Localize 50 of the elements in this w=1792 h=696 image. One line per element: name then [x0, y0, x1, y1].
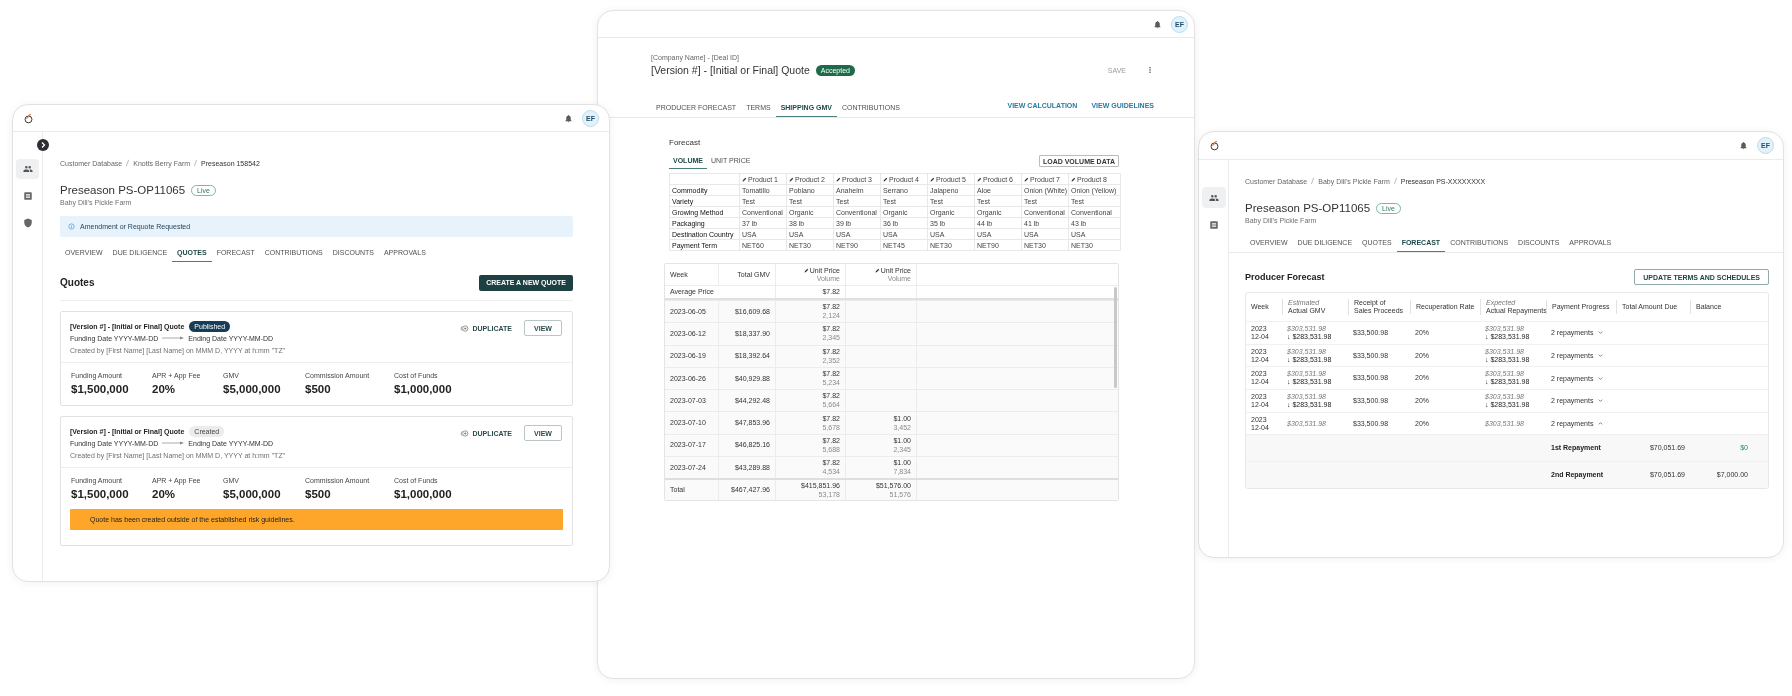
- metric-value: 20%: [152, 383, 177, 397]
- people-icon: [22, 164, 33, 174]
- pencil-icon: [874, 268, 880, 273]
- slash-icon: [125, 159, 131, 167]
- slash-icon: [1310, 177, 1316, 185]
- pencil-icon: [789, 176, 794, 182]
- pencil-icon: [883, 176, 888, 182]
- logo[interactable]: [1208, 140, 1220, 151]
- expand-button[interactable]: [37, 139, 49, 151]
- metric-value: $5,000,000: [223, 383, 282, 397]
- people-icon: [1208, 192, 1219, 203]
- sidebar-item[interactable]: [16, 159, 39, 179]
- pencil-icon: [803, 268, 809, 273]
- section-title: Quotes: [60, 277, 95, 288]
- duplicate-icon: [460, 428, 470, 438]
- arrow-icon: [162, 440, 185, 446]
- document-icon: [1208, 219, 1219, 230]
- info-icon: [68, 223, 75, 230]
- chevron-right-icon: [37, 139, 49, 151]
- page-title: Preseason PS-OP11065: [60, 184, 186, 196]
- more-icon[interactable]: [1146, 66, 1154, 74]
- section-title: Forecast: [669, 138, 702, 148]
- page-title: [Version #] - [Initial or Final] Quote: [651, 64, 810, 76]
- slash-icon: [1392, 177, 1398, 185]
- metric-value: 20%: [152, 488, 177, 502]
- pencil-icon: [1024, 176, 1029, 182]
- metric-value: $1,500,000: [71, 383, 130, 397]
- metric-value: $1,500,000: [71, 488, 130, 502]
- bell-icon[interactable]: [1739, 141, 1748, 150]
- pencil-icon: [977, 176, 982, 182]
- bell-icon[interactable]: [564, 113, 573, 123]
- logo[interactable]: [22, 112, 34, 124]
- sidebar-item[interactable]: [1201, 187, 1226, 208]
- shield-icon: [22, 218, 33, 228]
- slash-icon: [193, 159, 199, 167]
- duplicate-icon: [460, 323, 470, 333]
- metric-value: $1,000,000: [394, 488, 453, 502]
- bell-icon[interactable]: [1153, 19, 1162, 29]
- metric-value: $1,000,000: [394, 383, 453, 397]
- pencil-icon: [1071, 176, 1076, 182]
- metric-value: $500: [305, 383, 332, 397]
- pencil-icon: [930, 176, 935, 182]
- arrow-icon: [162, 335, 185, 341]
- metric-value: $5,000,000: [223, 488, 282, 502]
- pencil-icon: [742, 176, 747, 182]
- metric-value: $500: [305, 488, 332, 502]
- pencil-icon: [836, 176, 841, 182]
- document-icon: [22, 191, 33, 201]
- section-title: Producer Forecast: [1245, 272, 1325, 282]
- page-title: Preseason PS-OP11065: [1245, 202, 1371, 214]
